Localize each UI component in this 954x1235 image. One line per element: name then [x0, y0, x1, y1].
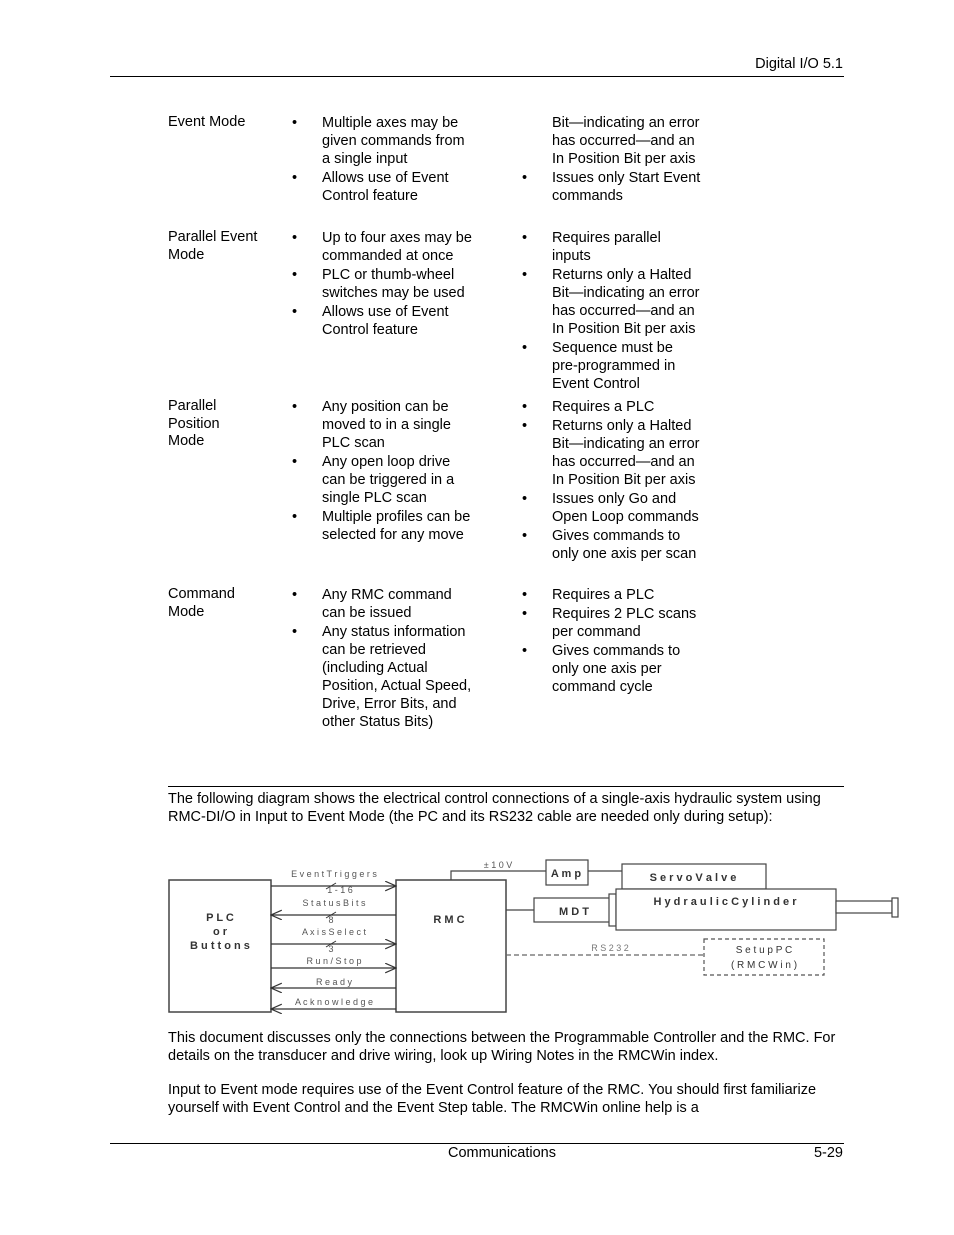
disadvantages-list: • Requires parallel inputs • Returns only … — [522, 229, 702, 394]
bullet: • — [292, 454, 298, 470]
bus-width: 8 — [328, 915, 333, 925]
signal-label: R e a d y — [316, 977, 353, 987]
disadvantages-list: Bit—indicating an error has occurred—and… — [522, 114, 702, 206]
advantages-list: • Any RMC command can be issued • Any stat… — [292, 586, 472, 732]
list-item: • Allows use of Event Control feature — [292, 304, 449, 338]
bullet: • — [522, 230, 528, 246]
cylinder-label: H y d r a u l i c C y l i n d e r — [653, 896, 797, 908]
mode-name: Parallel Event Mode — [168, 229, 258, 263]
list-item: • Requires a PLC — [522, 587, 655, 603]
advantages-list: • Multiple axes may be given commands fro… — [292, 114, 472, 206]
signal-label: R u n / S t o p — [306, 956, 361, 966]
list-item: • Multiple profiles can be selected for a… — [292, 509, 471, 543]
bullet: • — [522, 340, 528, 356]
mode-name: Command Mode — [168, 586, 235, 620]
bullet: • — [292, 230, 298, 246]
bullet: • — [292, 399, 298, 415]
page-number: 5-29 — [813, 1145, 843, 1161]
bullet: • — [292, 509, 298, 525]
rmc-label: R M C — [433, 914, 464, 926]
list-item-continued: Bit—indicating an error has occurred—and… — [552, 115, 700, 167]
bus-width: 1 - 1 6 — [327, 885, 353, 895]
plc-label-line1: P L C — [206, 912, 234, 924]
plc-label-line3: B u t t o n s — [190, 940, 250, 952]
list-item: • Any status information can be retrieved… — [292, 624, 472, 730]
connections-paragraph: This document discusses only the connect… — [168, 1030, 836, 1064]
disadvantages-list: • Requires a PLC • Returns only a Halted B… — [522, 398, 702, 564]
header-rule — [110, 76, 844, 77]
footer-chapter: Communications — [448, 1145, 556, 1161]
list-item: • Issues only Start Event commands — [522, 170, 701, 204]
list-item: • Up to four axes may be commanded at onc… — [292, 230, 472, 264]
piston-rod — [835, 900, 893, 914]
advantages-list: • Up to four axes may be commanded at onc… — [292, 229, 472, 340]
list-item: • Returns only a Halted Bit—indicating an… — [522, 418, 700, 488]
bullet: • — [522, 606, 528, 622]
bullet: • — [522, 399, 528, 415]
bullet: • — [522, 643, 528, 659]
footer-rule — [110, 1143, 844, 1144]
bullet: • — [522, 267, 528, 283]
bullet: • — [522, 491, 528, 507]
list-item: • PLC or thumb-wheel switches may be used — [292, 267, 465, 301]
list-item: • Returns only a Halted Bit—indicating an… — [522, 267, 700, 337]
bullet: • — [522, 528, 528, 544]
signal-label: E v e n t T r i g g e r s — [291, 869, 377, 879]
list-item: • Allows use of Event Control feature — [292, 170, 449, 204]
advantages-list: • Any position can be moved to in a singl… — [292, 398, 472, 545]
bullet: • — [292, 624, 298, 640]
list-item: • Requires a PLC — [522, 399, 655, 415]
setup-pc-label-line2: ( R M C W i n ) — [731, 960, 797, 971]
wiring-diagram: P L C o r B u t t o n s R M C E v e n t … — [168, 859, 899, 1018]
list-item: • Issues only Go and Open Loop commands — [522, 491, 699, 525]
plc-label-line2: o r — [213, 926, 228, 938]
voltage-label: ± 1 0 V — [484, 860, 512, 870]
bullet: • — [522, 418, 528, 434]
section-rule — [168, 786, 844, 787]
bullet: • — [292, 170, 298, 186]
list-item: • Gives commands to only one axis per com… — [522, 643, 681, 695]
command-wire — [450, 870, 546, 880]
rod-end — [891, 897, 899, 918]
list-item: • Requires parallel inputs — [522, 230, 661, 264]
mode-name: Event Mode — [168, 114, 246, 130]
signal-label: A c k n o w l e d g e — [295, 997, 373, 1007]
bullet: • — [522, 587, 528, 603]
intro-paragraph: The following diagram shows the electric… — [168, 791, 821, 825]
mode-name: Parallel Position Mode — [168, 398, 220, 450]
rs232-label: R S 2 3 2 — [591, 943, 629, 953]
list-item: • Sequence must be pre-programmed in Even… — [522, 340, 676, 392]
event-control-paragraph: Input to Event mode requires use of the … — [168, 1082, 817, 1116]
disadvantages-list: • Requires a PLC • Requires 2 PLC scans pe… — [522, 586, 702, 697]
bullet: • — [292, 304, 298, 320]
bullet: • — [522, 170, 528, 186]
list-item: • Requires 2 PLC scans per command — [522, 606, 697, 640]
rmc-box — [395, 879, 507, 1013]
signal-label: S t a t u s B i t s — [302, 898, 366, 908]
cylinder-endcap — [608, 893, 617, 927]
list-item: • Any open loop drive can be triggered in… — [292, 454, 455, 506]
bus-width: 3 — [328, 944, 333, 954]
list-item: • Any RMC command can be issued — [292, 587, 452, 621]
mdt-label: M D T — [559, 906, 589, 918]
list-item: • Multiple axes may be given commands fro… — [292, 115, 465, 167]
running-header: Digital I/O 5.1 — [755, 56, 843, 72]
list-item: • Gives commands to only one axis per sca… — [522, 528, 697, 562]
bullet: • — [292, 587, 298, 603]
setup-pc-label-line1: S e t u p P C — [736, 945, 793, 956]
bullet: • — [292, 267, 298, 283]
signal-label: A x i s S e l e c t — [302, 927, 367, 937]
servo-valve-label: S e r v o V a l v e — [650, 872, 737, 884]
bullet: • — [292, 115, 298, 131]
amp-label: A m p — [551, 868, 581, 880]
list-item: • Any position can be moved to in a singl… — [292, 399, 451, 451]
